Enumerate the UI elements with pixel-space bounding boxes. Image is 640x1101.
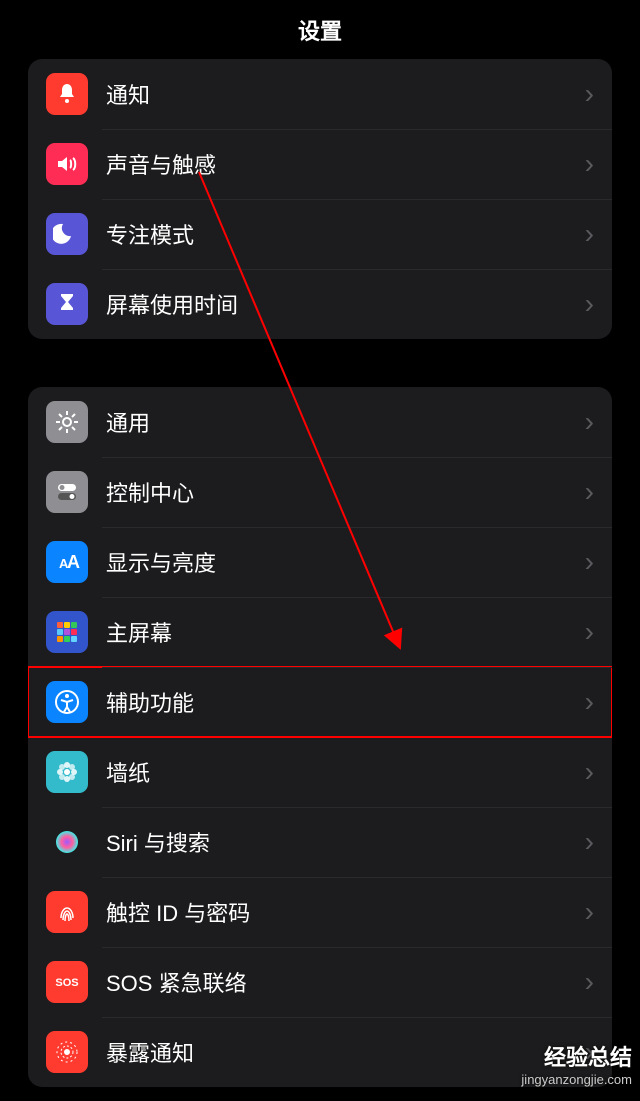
settings-row-label: 主屏幕 [106,616,585,648]
settings-row-label: 辅助功能 [106,686,585,718]
chevron-right-icon: › [585,966,594,998]
settings-row-siri[interactable]: Siri 与搜索› [28,807,612,877]
flower-icon [46,751,88,793]
settings-row-touchid[interactable]: 触控 ID 与密码› [28,877,612,947]
watermark-text: 经验总结 [521,1040,632,1072]
siri-icon [46,821,88,863]
chevron-right-icon: › [585,476,594,508]
settings-row-accessibility[interactable]: 辅助功能› [28,667,612,737]
chevron-right-icon: › [585,288,594,320]
settings-row-label: Siri 与搜索 [106,826,585,858]
bell-icon [46,73,88,115]
hourglass-icon [46,283,88,325]
settings-row-label: 触控 ID 与密码 [106,896,585,928]
settings-row-screen-time[interactable]: 屏幕使用时间› [28,269,612,339]
settings-row-label: 通用 [106,406,585,438]
settings-row-label: 声音与触感 [106,148,585,180]
apps-grid-icon [46,611,88,653]
moon-icon [46,213,88,255]
sos-icon: SOS [46,961,88,1003]
accessibility-icon [46,681,88,723]
settings-row-control-center[interactable]: 控制中心› [28,457,612,527]
settings-row-home-screen[interactable]: 主屏幕› [28,597,612,667]
settings-row-sounds[interactable]: 声音与触感› [28,129,612,199]
chevron-right-icon: › [585,616,594,648]
settings-row-notifications[interactable]: 通知› [28,59,612,129]
page-header: 设置 [0,0,640,59]
chevron-right-icon: › [585,78,594,110]
page-title: 设置 [298,14,342,46]
settings-row-label: 控制中心 [106,476,585,508]
chevron-right-icon: › [585,826,594,858]
settings-row-general[interactable]: 通用› [28,387,612,457]
switches-icon [46,471,88,513]
settings-row-focus[interactable]: 专注模式› [28,199,612,269]
settings-row-label: 显示与亮度 [106,546,585,578]
fingerprint-icon [46,891,88,933]
chevron-right-icon: › [585,896,594,928]
text-size-icon: AA [46,541,88,583]
chevron-right-icon: › [585,686,594,718]
settings-row-wallpaper[interactable]: 墙纸› [28,737,612,807]
settings-row-display[interactable]: AA 显示与亮度› [28,527,612,597]
svg-text:SOS: SOS [55,977,78,989]
exposure-icon [46,1031,88,1073]
settings-row-label: 专注模式 [106,218,585,250]
chevron-right-icon: › [585,546,594,578]
svg-text:A: A [67,552,80,572]
settings-row-label: 墙纸 [106,756,585,788]
settings-row-label: SOS 紧急联络 [106,966,585,998]
settings-group: 通用›控制中心›AA显示与亮度›主屏幕›辅助功能›墙纸›Siri 与搜索›触控 … [28,387,612,1087]
chevron-right-icon: › [585,406,594,438]
gear-icon [46,401,88,443]
settings-row-label: 暴露通知 [106,1036,585,1068]
speaker-icon [46,143,88,185]
watermark: 经验总结 jingyanzongjie.com [521,1040,632,1087]
settings-row-label: 通知 [106,78,585,110]
settings-group: 通知›声音与触感›专注模式›屏幕使用时间› [28,59,612,339]
watermark-url: jingyanzongjie.com [521,1072,632,1087]
settings-row-label: 屏幕使用时间 [106,288,585,320]
settings-row-sos[interactable]: SOS SOS 紧急联络› [28,947,612,1017]
chevron-right-icon: › [585,218,594,250]
chevron-right-icon: › [585,756,594,788]
chevron-right-icon: › [585,148,594,180]
